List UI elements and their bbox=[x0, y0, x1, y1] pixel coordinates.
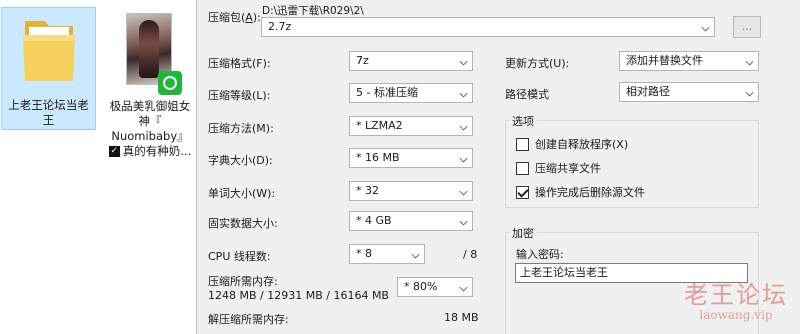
video-label-line: 神『 bbox=[138, 114, 162, 128]
delete-source-checkbox[interactable]: 操作完成后删除源文件 bbox=[516, 184, 645, 200]
video-label: 极品美乳御姐女 神『 Nuomibaby』 ✓ 真的有种奶... bbox=[106, 99, 194, 159]
desktop-folder[interactable]: 上老王论坛当老王 bbox=[1, 7, 96, 130]
solid-label: 固实数据大小: bbox=[208, 217, 278, 230]
sfx-checkbox[interactable]: 创建自释放程序(X) bbox=[516, 136, 628, 152]
chevron-down-icon bbox=[459, 187, 468, 196]
level-label: 压缩等级(L): bbox=[208, 89, 271, 102]
format-select[interactable]: 7z bbox=[349, 51, 473, 71]
shared-checkbox[interactable]: 压缩共享文件 bbox=[516, 160, 601, 176]
password-label: 输入密码: bbox=[516, 248, 564, 261]
chevron-down-icon bbox=[459, 283, 468, 292]
method-select[interactable]: * LZMA2 bbox=[349, 116, 473, 136]
checkbox-box bbox=[516, 137, 529, 151]
watermark: 老王论坛 laowang.vip bbox=[684, 281, 788, 322]
checkbox-checked bbox=[516, 185, 529, 199]
folder-label: 上老王论坛当老王 bbox=[8, 98, 89, 127]
chevron-down-icon bbox=[745, 88, 754, 97]
folder-icon bbox=[23, 21, 75, 81]
decompress-memory-value: 18 MB bbox=[444, 311, 479, 324]
chevron-down-icon bbox=[411, 250, 420, 259]
method-label: 压缩方法(M): bbox=[208, 122, 274, 135]
cpu-select[interactable]: * 8 bbox=[349, 244, 425, 264]
level-select[interactable]: 5 - 标准压缩 bbox=[349, 83, 473, 103]
path-mode-select[interactable]: 相对路径 bbox=[619, 82, 759, 102]
memory-label: 压缩所需内存: bbox=[208, 275, 278, 288]
archive-name-value: 2.7z bbox=[268, 20, 292, 33]
video-label-line: 真的有种奶... bbox=[122, 144, 192, 158]
memory-detail: 1248 MB / 12931 MB / 16164 MB bbox=[208, 289, 389, 302]
app-badge-icon bbox=[158, 71, 182, 95]
desktop: 上老王论坛当老王 极品美乳御姐女 神『 Nuomibaby』 ✓ 真的有种奶... bbox=[0, 0, 200, 334]
checkbox-box bbox=[516, 161, 529, 175]
video-label-line: 极品美乳御姐女 bbox=[109, 99, 191, 113]
dict-label: 字典大小(D): bbox=[208, 154, 273, 167]
update-label: 更新方式(U): bbox=[505, 57, 570, 70]
archive-name-combo[interactable]: 2.7z bbox=[261, 17, 715, 37]
path-mode-label: 路径模式 bbox=[505, 88, 549, 101]
memory-select[interactable]: * 80% bbox=[397, 277, 473, 297]
format-label: 压缩格式(F): bbox=[208, 57, 271, 70]
options-title: 选项 bbox=[509, 113, 537, 129]
selection-check-icon[interactable]: ✓ bbox=[108, 146, 120, 157]
chevron-down-icon bbox=[459, 89, 468, 98]
desktop-video-file[interactable]: 极品美乳御姐女 神『 Nuomibaby』 ✓ 真的有种奶... bbox=[104, 7, 196, 160]
chevron-down-icon bbox=[459, 57, 468, 66]
chevron-down-icon bbox=[459, 122, 468, 131]
dict-select[interactable]: * 16 MB bbox=[349, 148, 473, 168]
password-input[interactable]: 上老王论坛当老王 bbox=[515, 263, 748, 283]
update-select[interactable]: 添加并替换文件 bbox=[619, 51, 759, 71]
encryption-title: 加密 bbox=[509, 225, 537, 241]
video-label-line: Nuomibaby』 bbox=[111, 129, 189, 143]
solid-select[interactable]: * 4 GB bbox=[349, 211, 473, 231]
chevron-down-icon bbox=[459, 154, 468, 163]
browse-button[interactable]: ... bbox=[733, 16, 761, 38]
chevron-down-icon[interactable] bbox=[701, 23, 710, 32]
word-select[interactable]: * 32 bbox=[349, 181, 473, 201]
decompress-memory-label: 解压缩所需内存: bbox=[208, 313, 289, 326]
archive-path: D:\迅雷下载\R029\2\ bbox=[262, 5, 364, 17]
archive-label: 压缩包(A): bbox=[208, 11, 261, 24]
chevron-down-icon bbox=[745, 57, 754, 66]
cpu-max: / 8 bbox=[463, 248, 478, 261]
word-label: 单词大小(W): bbox=[208, 187, 276, 200]
chevron-down-icon bbox=[459, 217, 468, 226]
cpu-label: CPU 线程数: bbox=[208, 250, 271, 263]
